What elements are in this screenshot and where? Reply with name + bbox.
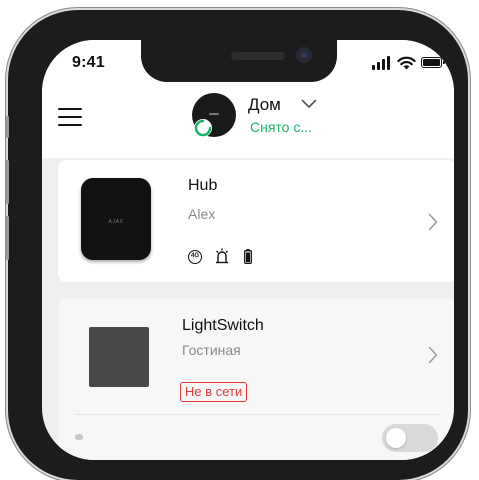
card-divider bbox=[74, 414, 440, 415]
hub-device-image: AJAX bbox=[81, 178, 151, 260]
siren-icon bbox=[216, 248, 228, 264]
speaker-grille bbox=[231, 52, 285, 60]
hub-logo-mark bbox=[209, 113, 219, 115]
chevron-down-icon bbox=[301, 99, 317, 108]
arming-progress-icon bbox=[194, 119, 212, 137]
toggle-knob bbox=[386, 428, 406, 448]
offline-status-badge: Не в сети bbox=[180, 382, 248, 402]
relay-label bbox=[75, 434, 83, 440]
device-card-lightswitch[interactable]: LightSwitch Гостиная Не в сети bbox=[58, 298, 454, 460]
relay-toggle[interactable] bbox=[382, 424, 438, 452]
device-room: Гостиная bbox=[182, 342, 241, 358]
volume-up-button bbox=[6, 160, 9, 204]
home-name: Дом bbox=[248, 95, 281, 114]
device-room: Alex bbox=[188, 206, 216, 222]
device-name: LightSwitch bbox=[182, 317, 264, 334]
battery-icon bbox=[244, 249, 252, 264]
cellular-signal-icon bbox=[372, 56, 392, 70]
hub-logo-text: AJAX bbox=[108, 219, 124, 225]
mute-switch bbox=[6, 116, 9, 138]
battery-icon bbox=[421, 57, 445, 68]
status-bar-time: 9:41 bbox=[72, 54, 105, 71]
phone-frame: 9:41 Дом Снято с... AJAX Hub Alex 4G Lig… bbox=[8, 10, 468, 480]
front-camera bbox=[296, 47, 312, 63]
hamburger-menu-icon[interactable] bbox=[58, 108, 82, 126]
chevron-right-icon bbox=[428, 346, 438, 364]
device-card-hub[interactable]: AJAX Hub Alex 4G bbox=[58, 160, 454, 282]
4g-icon: 4G bbox=[188, 250, 202, 264]
phone-screen: 9:41 Дом Снято с... AJAX Hub Alex 4G Lig… bbox=[42, 40, 454, 460]
device-name: Hub bbox=[188, 177, 218, 194]
phone-notch bbox=[141, 40, 337, 82]
chevron-right-icon bbox=[428, 213, 438, 231]
home-security-status: Снято с... bbox=[250, 119, 313, 135]
wifi-icon bbox=[397, 56, 416, 70]
lightswitch-device-image bbox=[89, 327, 149, 387]
volume-down-button bbox=[6, 216, 9, 260]
home-selector[interactable]: Дом Снято с... bbox=[248, 95, 338, 137]
